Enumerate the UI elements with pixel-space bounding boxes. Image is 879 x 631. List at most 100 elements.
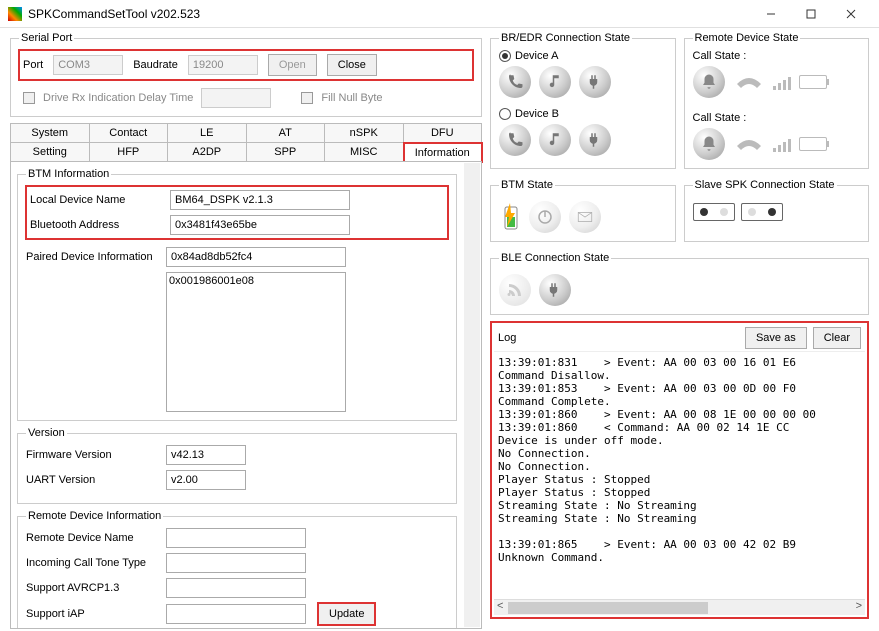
paired-item: 0x001986001e08 <box>169 275 343 287</box>
bell-icon <box>693 128 725 160</box>
call-state-a-label: Call State : <box>693 50 861 62</box>
signal-icon <box>773 136 791 152</box>
remote-info-legend: Remote Device Information <box>26 510 163 522</box>
pane-scrollbar[interactable] <box>464 163 480 627</box>
clear-button[interactable]: Clear <box>813 327 861 349</box>
battery-icon <box>799 75 827 89</box>
ble-group: BLE Connection State <box>490 252 869 315</box>
btm-info-group: BTM Information Local Device Name Blueto… <box>17 168 457 421</box>
port-label: Port <box>23 59 43 71</box>
uart-label: UART Version <box>26 474 166 486</box>
minimize-button[interactable] <box>751 0 791 28</box>
uart-field[interactable] <box>166 470 246 490</box>
port-select[interactable] <box>53 55 123 75</box>
version-group: Version Firmware Version UART Version <box>17 427 457 504</box>
window-title: SPKCommandSetTool v202.523 <box>28 7 751 21</box>
tab-contact[interactable]: Contact <box>90 123 169 142</box>
drive-input[interactable] <box>201 88 271 108</box>
mail-icon <box>569 201 601 233</box>
btm-legend: BTM Information <box>26 168 111 180</box>
plug-icon <box>539 274 571 306</box>
tab-misc[interactable]: MISC <box>325 142 404 161</box>
baud-select[interactable] <box>188 55 258 75</box>
phone-icon <box>499 124 531 156</box>
drive-label: Drive Rx Indication Delay Time <box>43 92 193 104</box>
fill-checkbox[interactable] <box>301 92 313 104</box>
serial-controls: Port Baudrate Open Close <box>19 50 473 80</box>
log-h-scrollbar[interactable] <box>494 599 865 615</box>
signal-icon <box>773 74 791 90</box>
btm-state-group: BTM State <box>490 179 676 242</box>
handset-icon <box>733 72 765 92</box>
save-as-button[interactable]: Save as <box>745 327 807 349</box>
log-textarea[interactable]: 13:39:01:831 > Event: AA 00 03 00 16 01 … <box>494 351 865 599</box>
tab-le[interactable]: LE <box>168 123 247 142</box>
iap-label: Support iAP <box>26 608 166 620</box>
close-button-serial[interactable]: Close <box>327 54 377 76</box>
slave-group: Slave SPK Connection State <box>684 179 870 242</box>
paired-first[interactable] <box>166 247 346 267</box>
serial-port-group: Serial Port Port Baudrate Open Close Dri… <box>10 32 482 117</box>
bt-addr-field[interactable] <box>170 215 350 235</box>
rss-icon <box>499 274 531 306</box>
local-name-field[interactable] <box>170 190 350 210</box>
baud-label: Baudrate <box>133 59 178 71</box>
tab-system[interactable]: System <box>10 123 90 142</box>
app-icon <box>8 7 22 21</box>
remote-name-label: Remote Device Name <box>26 532 166 544</box>
handset-icon <box>733 134 765 154</box>
tab-at[interactable]: AT <box>247 123 326 142</box>
bt-addr-label: Bluetooth Address <box>30 219 170 231</box>
plug-icon <box>579 124 611 156</box>
log-label: Log <box>498 332 745 344</box>
log-panel: Log Save as Clear 13:39:01:831 > Event: … <box>490 321 869 619</box>
tab-nspk[interactable]: nSPK <box>325 123 404 142</box>
open-button[interactable]: Open <box>268 54 317 76</box>
bredr-legend: BR/EDR Connection State <box>499 32 632 44</box>
bell-icon <box>693 66 725 98</box>
fw-label: Firmware Version <box>26 449 166 461</box>
device-b-radio[interactable]: Device B <box>499 108 667 120</box>
fw-field[interactable] <box>166 445 246 465</box>
battery-charge-icon <box>499 203 521 231</box>
tab-spp[interactable]: SPP <box>247 142 326 161</box>
avrcp-field[interactable] <box>166 578 306 598</box>
tab-hfp[interactable]: HFP <box>90 142 169 161</box>
spk-box-2 <box>741 203 783 221</box>
spk-box-1 <box>693 203 735 221</box>
tone-field[interactable] <box>166 553 306 573</box>
music-icon <box>539 66 571 98</box>
remote-name-field[interactable] <box>166 528 306 548</box>
iap-field[interactable] <box>166 604 306 624</box>
power-icon <box>529 201 561 233</box>
paired-list[interactable]: 0x001986001e08 <box>166 272 346 412</box>
update-button[interactable]: Update <box>318 603 375 625</box>
local-name-label: Local Device Name <box>30 194 170 206</box>
maximize-button[interactable] <box>791 0 831 28</box>
ble-legend: BLE Connection State <box>499 252 611 264</box>
slave-legend: Slave SPK Connection State <box>693 179 837 191</box>
remote-state-group: Remote Device State Call State : Call St… <box>684 32 870 169</box>
tab-information[interactable]: Information <box>404 143 483 162</box>
btm-state-legend: BTM State <box>499 179 555 191</box>
tone-label: Incoming Call Tone Type <box>26 557 166 569</box>
remote-state-legend: Remote Device State <box>693 32 801 44</box>
remote-info-group: Remote Device Information Remote Device … <box>17 510 457 629</box>
tab-a2dp[interactable]: A2DP <box>168 142 247 161</box>
bredr-group: BR/EDR Connection State Device A Device … <box>490 32 676 169</box>
fill-label: Fill Null Byte <box>321 92 382 104</box>
serial-legend: Serial Port <box>19 32 74 44</box>
version-legend: Version <box>26 427 67 439</box>
phone-icon <box>499 66 531 98</box>
close-button[interactable] <box>831 0 871 28</box>
plug-icon <box>579 66 611 98</box>
avrcp-label: Support AVRCP1.3 <box>26 582 166 594</box>
call-state-b-label: Call State : <box>693 112 861 124</box>
tab-dfu[interactable]: DFU <box>404 123 483 142</box>
tab-setting[interactable]: Setting <box>10 142 90 161</box>
drive-checkbox[interactable] <box>23 92 35 104</box>
battery-icon <box>799 137 827 151</box>
device-a-radio[interactable]: Device A <box>499 50 667 62</box>
music-icon <box>539 124 571 156</box>
paired-label: Paired Device Information <box>26 251 166 263</box>
